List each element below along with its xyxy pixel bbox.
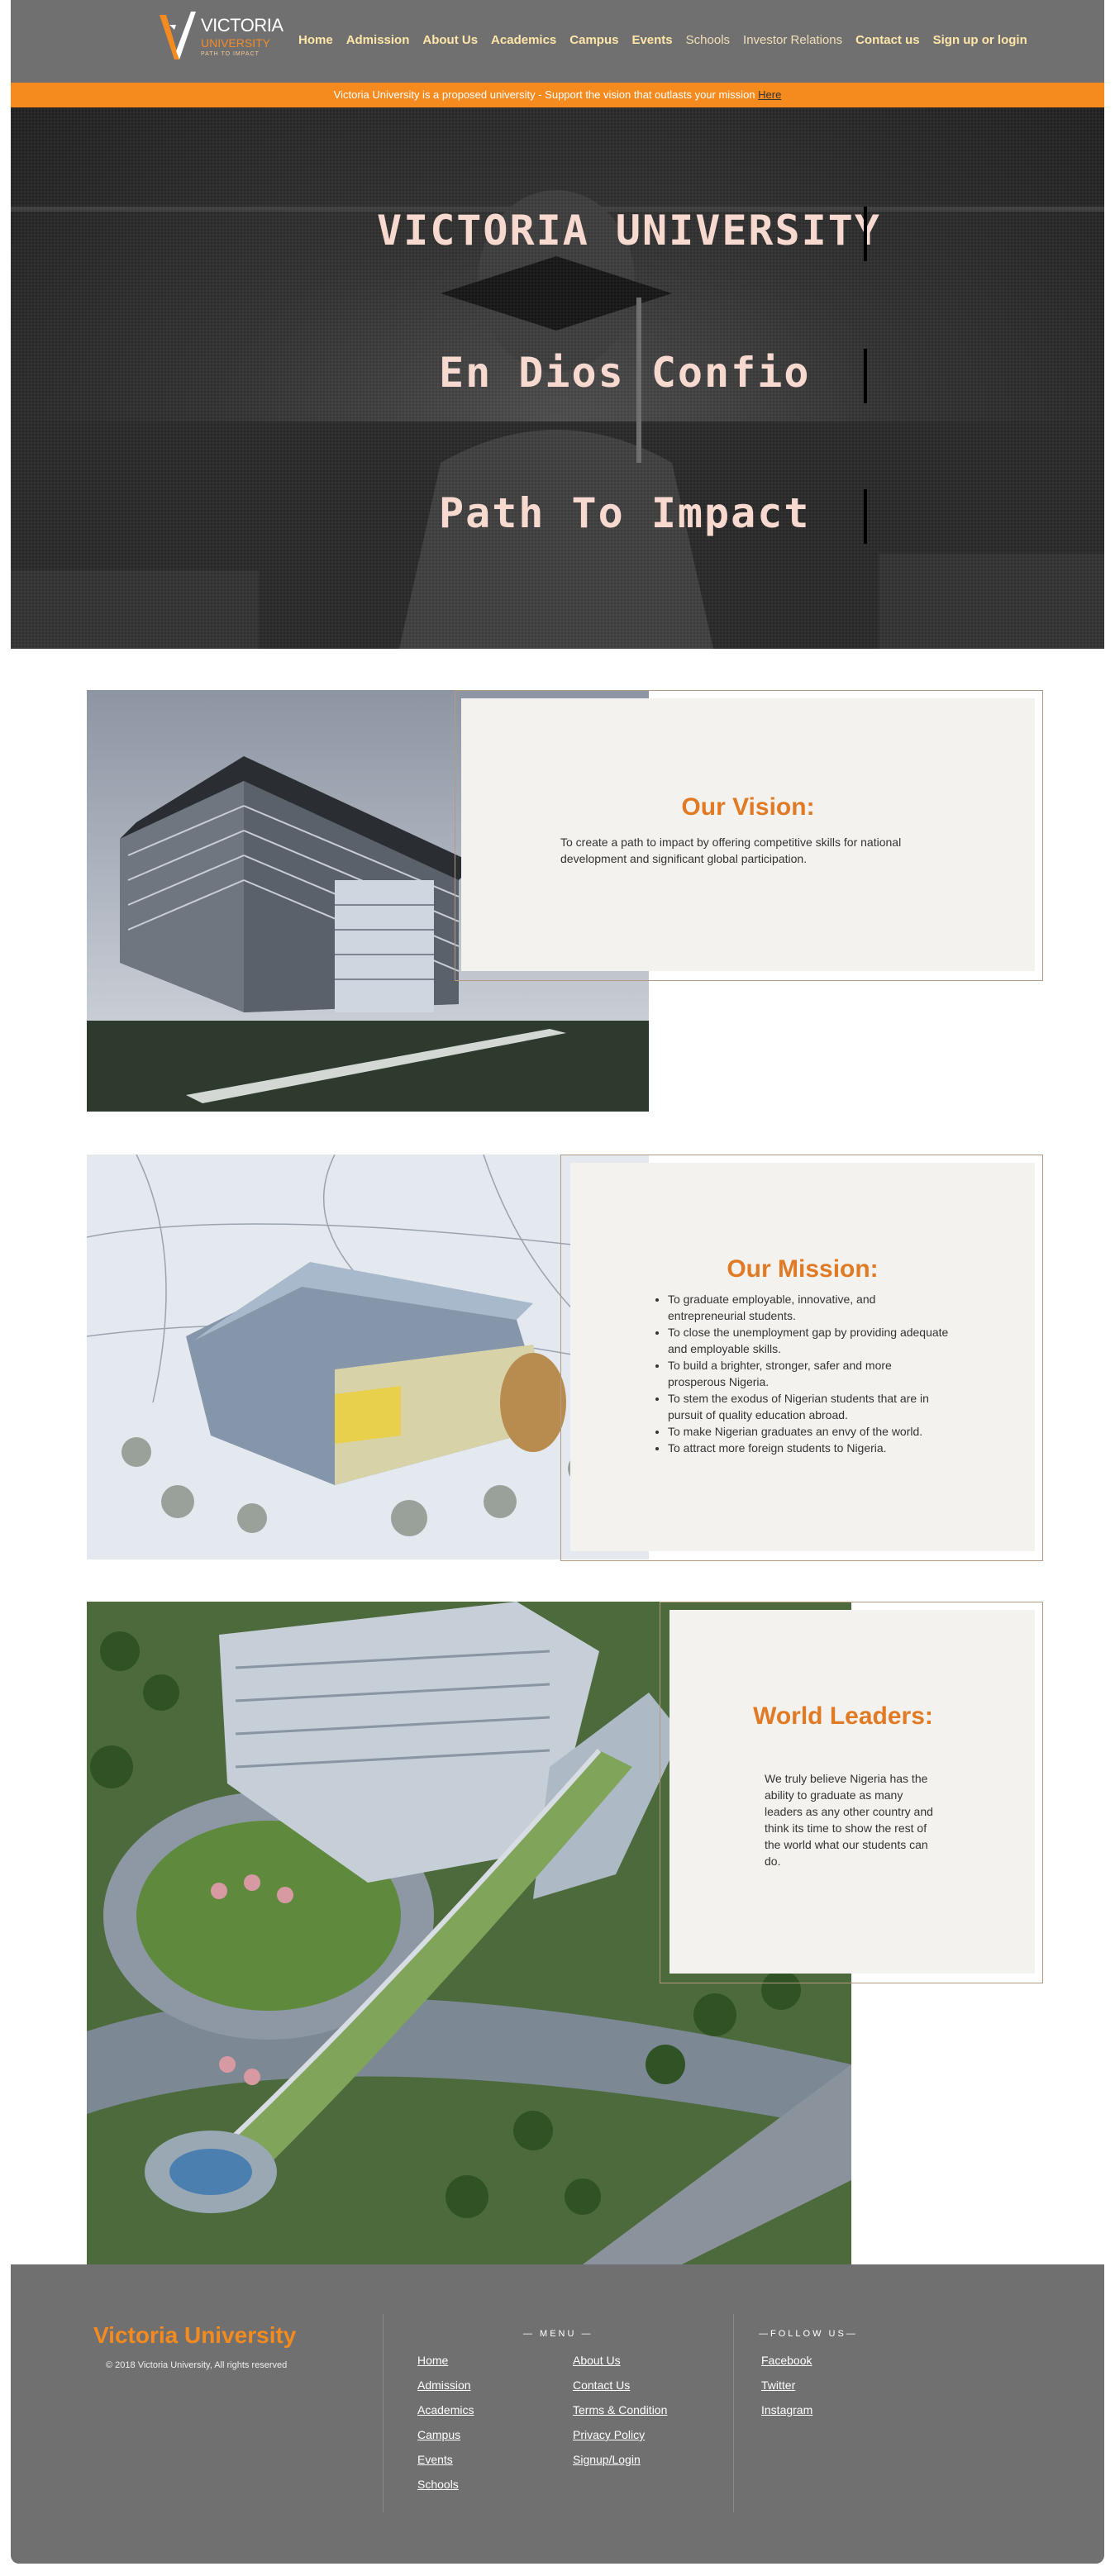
logo-tagline: PATH TO IMPACT — [201, 51, 260, 57]
logo-word-university: UNIVERSITY — [201, 36, 271, 50]
footer-link-privacy[interactable]: Privacy Policy — [573, 2428, 645, 2441]
hero-motto: En Dios Confio — [439, 349, 811, 397]
footer-link-events[interactable]: Events — [417, 2453, 453, 2466]
site-footer: Victoria University © 2018 Victoria Univ… — [11, 2264, 1104, 2564]
footer-link-campus[interactable]: Campus — [417, 2428, 460, 2441]
nav-contact-us[interactable]: Contact us — [849, 33, 927, 47]
site-logo[interactable]: VICTORIA UNIVERSITY PATH TO IMPACT — [158, 7, 284, 73]
nav-schools[interactable]: Schools — [679, 33, 736, 47]
announcement-banner: Victoria University is a proposed univer… — [11, 83, 1104, 107]
footer-link-terms[interactable]: Terms & Condition — [573, 2403, 667, 2416]
mission-item: To graduate employable, innovative, and … — [668, 1291, 949, 1324]
main-nav: Home Admission About Us Academics Campus… — [292, 33, 1034, 47]
leaders-title: World Leaders: — [753, 1702, 933, 1730]
footer-link-schools[interactable]: Schools — [417, 2478, 459, 2491]
banner-link[interactable]: Here — [758, 88, 781, 101]
footer-link-facebook[interactable]: Facebook — [761, 2354, 812, 2367]
hero-tagline: Path To Impact — [439, 489, 811, 537]
mission-item: To make Nigerian graduates an envy of th… — [668, 1423, 949, 1440]
mission-panel: Our Mission: To graduate employable, inn… — [570, 1163, 1035, 1551]
logo-v-icon — [160, 12, 196, 60]
footer-link-signup-login[interactable]: Signup/Login — [573, 2453, 641, 2466]
nav-home[interactable]: Home — [292, 33, 340, 47]
typing-cursor — [864, 207, 867, 261]
vision-title: Our Vision: — [681, 793, 815, 821]
footer-menu-heading: — MENU — — [523, 2329, 593, 2339]
footer-copyright: © 2018 Victoria University, All rights r… — [106, 2360, 288, 2370]
vision-panel: Our Vision: To create a path to impact b… — [461, 698, 1035, 971]
mission-title: Our Mission: — [727, 1255, 879, 1283]
footer-link-academics[interactable]: Academics — [417, 2403, 474, 2416]
footer-divider — [733, 2314, 734, 2512]
hero-section: VICTORIA UNIVERSITY En Dios Confio Path … — [11, 107, 1104, 649]
vision-text: To create a path to impact by offering c… — [560, 836, 902, 865]
logo-word-victoria: VICTORIA — [201, 15, 284, 36]
footer-link-admission[interactable]: Admission — [417, 2378, 471, 2392]
footer-divider — [383, 2314, 384, 2512]
nav-sign-up-login[interactable]: Sign up or login — [927, 33, 1034, 47]
footer-brand: Victoria University — [93, 2322, 297, 2348]
nav-investor-relations[interactable]: Investor Relations — [736, 33, 849, 47]
leaders-text: We truly believe Nigeria has the ability… — [765, 1772, 933, 1868]
footer-link-twitter[interactable]: Twitter — [761, 2378, 795, 2392]
mission-list: To graduate employable, innovative, and … — [653, 1291, 949, 1456]
nav-about-us[interactable]: About Us — [416, 33, 484, 47]
typing-cursor — [864, 489, 867, 544]
nav-campus[interactable]: Campus — [563, 33, 625, 47]
mission-item: To stem the exodus of Nigerian students … — [668, 1390, 949, 1423]
site-header: VICTORIA UNIVERSITY PATH TO IMPACT Home … — [11, 0, 1104, 83]
leaders-panel: World Leaders: We truly believe Nigeria … — [669, 1610, 1035, 1974]
nav-events[interactable]: Events — [625, 33, 679, 47]
mission-item: To attract more foreign students to Nige… — [668, 1440, 949, 1456]
footer-link-about-us[interactable]: About Us — [573, 2354, 621, 2367]
footer-link-instagram[interactable]: Instagram — [761, 2403, 812, 2416]
footer-link-contact-us[interactable]: Contact Us — [573, 2378, 630, 2392]
nav-academics[interactable]: Academics — [484, 33, 563, 47]
footer-follow-heading: —FOLLOW US— — [759, 2329, 858, 2339]
hero-title: VICTORIA UNIVERSITY — [377, 207, 881, 255]
banner-text: Victoria University is a proposed univer… — [333, 88, 759, 101]
typing-cursor — [864, 349, 867, 403]
footer-link-home[interactable]: Home — [417, 2354, 448, 2367]
nav-admission[interactable]: Admission — [340, 33, 417, 47]
mission-item: To build a brighter, stronger, safer and… — [668, 1357, 949, 1390]
mission-item: To close the unemployment gap by providi… — [668, 1324, 949, 1357]
